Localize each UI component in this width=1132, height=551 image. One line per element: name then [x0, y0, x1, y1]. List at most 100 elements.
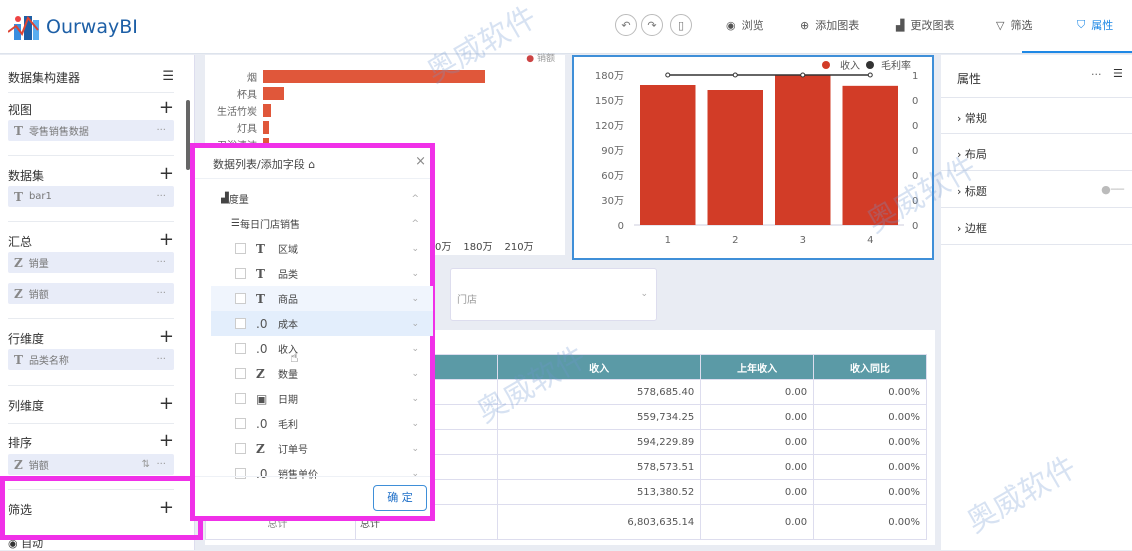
chevron-down-icon[interactable]: ⌄ — [411, 344, 419, 354]
field-item[interactable]: T 品类 ⌄ — [211, 261, 433, 286]
field-checkbox[interactable] — [235, 443, 246, 454]
field-item[interactable]: .0 收入 ⌄ — [211, 336, 433, 361]
field-item[interactable]: .0 毛利 ⌄ — [211, 411, 433, 436]
field-checkbox[interactable] — [235, 418, 246, 429]
field-item[interactable]: ▣ 日期 ⌄ — [211, 386, 433, 411]
more-icon[interactable]: ··· — [156, 191, 166, 202]
column-header[interactable]: 上年收入 — [700, 354, 815, 380]
collapse-icon[interactable]: ☰ — [162, 69, 174, 84]
filter-button[interactable]: ▽ 筛选 — [996, 17, 1032, 33]
mobile-button[interactable]: ▯ — [670, 14, 692, 36]
add-view-button[interactable]: + — [159, 97, 174, 118]
summary-item-label: 销额 — [28, 290, 49, 301]
confirm-button[interactable]: 确 定 — [373, 485, 427, 511]
cell: 578,685.40 — [496, 379, 702, 405]
field-type-icon: T — [256, 266, 265, 281]
more-icon[interactable]: ··· — [156, 125, 166, 136]
chevron-down-icon[interactable]: ⌄ — [411, 294, 419, 304]
chevron-down-icon[interactable]: ⌄ — [411, 444, 419, 454]
field-checkbox[interactable] — [235, 318, 246, 329]
divider — [8, 318, 174, 319]
prop-label: 边框 — [964, 222, 987, 235]
cell: 594,229.89 — [496, 429, 702, 455]
field-checkbox[interactable] — [235, 268, 246, 279]
field-type-icon: .0 — [256, 466, 268, 481]
add-row-dimension-button[interactable]: + — [159, 326, 174, 347]
add-sort-button[interactable]: + — [159, 430, 174, 451]
group-measure[interactable]: ▟ 度量 ^ — [221, 186, 423, 211]
change-chart-button[interactable]: ▟ 更改图表 — [896, 17, 954, 33]
more-icon[interactable]: ··· — [1091, 68, 1102, 81]
prop-layout[interactable]: › 布局 — [941, 134, 1132, 171]
add-summary-button[interactable]: + — [159, 229, 174, 250]
field-type-icon: Z — [256, 441, 265, 456]
add-dataset-button[interactable]: + — [159, 163, 174, 184]
field-label: 订单号 — [278, 445, 308, 456]
more-icon[interactable]: ··· — [156, 354, 166, 365]
bar[interactable] — [263, 87, 285, 100]
view-item[interactable]: T 零售销售数据 ··· — [8, 120, 174, 141]
more-icon[interactable]: ··· — [156, 459, 166, 470]
more-icon[interactable]: ··· — [156, 288, 166, 299]
prop-border[interactable]: › 边框 — [941, 208, 1132, 245]
row-dimension-item[interactable]: T 品类名称 ··· — [8, 349, 174, 370]
shirt-icon: ⛉ — [1077, 18, 1086, 31]
bar[interactable] — [263, 70, 485, 83]
chevron-down-icon[interactable]: ⌄ — [411, 369, 419, 379]
add-chart-button[interactable]: ⊕ 添加图表 — [800, 17, 859, 33]
field-checkbox[interactable] — [235, 468, 246, 479]
legend-dot — [822, 61, 830, 69]
field-item[interactable]: T 商品 ⌄ — [211, 286, 433, 311]
field-item[interactable]: .0 销售单价 ⌄ — [211, 461, 433, 486]
group-label: 度量 — [228, 195, 249, 206]
field-item[interactable]: T 区域 ⌄ — [211, 236, 433, 261]
chevron-down-icon[interactable]: ⌄ — [411, 469, 419, 479]
close-icon[interactable]: × — [415, 154, 426, 169]
app-name: OurwayBI — [46, 16, 138, 38]
properties-tab[interactable]: ⛉ 属性 — [1077, 17, 1113, 33]
field-item[interactable]: Z 数量 ⌄ — [211, 361, 433, 386]
chevron-down-icon[interactable]: ⌄ — [411, 419, 419, 429]
title-toggle[interactable]: ●── — [1101, 183, 1124, 196]
prop-title[interactable]: › 标题 ●── — [941, 171, 1132, 208]
chevron-down-icon[interactable]: ⌄ — [411, 244, 419, 254]
redo-button[interactable]: ↷ — [641, 14, 663, 36]
add-column-dimension-button[interactable]: + — [159, 393, 174, 414]
summary-item[interactable]: Z 销量 ··· — [8, 252, 174, 273]
column-header[interactable]: 收入 — [496, 354, 702, 380]
field-label: 销售单价 — [278, 466, 318, 481]
combo-chart-card[interactable]: 180万 1 150万 0 120万 0 90万 0 60万 0 30万 0 0 0 1 2 3 4 收入 毛利率 — [572, 55, 934, 260]
chevron-down-icon[interactable]: ⌄ — [411, 269, 419, 279]
collapse-icon[interactable]: ☰ — [1113, 67, 1123, 80]
combo-chart: 180万 1 150万 0 120万 0 90万 0 60万 0 30万 0 0 0 1 2 3 4 收入 毛利率 — [595, 59, 918, 246]
margin-point — [800, 72, 806, 78]
more-icon[interactable]: ··· — [156, 257, 166, 268]
plus-circle-icon: ⊕ — [800, 18, 810, 32]
chevron-down-icon[interactable]: ⌄ — [411, 394, 419, 404]
bar-label: 生活竹炭 — [217, 107, 257, 118]
list-icon: ☰ — [231, 218, 240, 229]
bar[interactable] — [263, 121, 269, 134]
store-filter-select[interactable]: 门店 ⌄ — [450, 268, 657, 321]
dataset-item[interactable]: Tbar1 ··· — [8, 186, 174, 207]
field-checkbox[interactable] — [235, 293, 246, 304]
field-checkbox[interactable] — [235, 368, 246, 379]
prop-general[interactable]: › 常规 — [941, 97, 1132, 134]
field-checkbox[interactable] — [235, 243, 246, 254]
x-tick: 4 — [867, 235, 873, 246]
sort-item[interactable]: Z 销额 ⇅ ··· — [8, 454, 174, 475]
sort-order-icon[interactable]: ⇅ — [142, 459, 150, 470]
table-node[interactable]: ☰ 每日门店销售 ^ — [231, 211, 423, 236]
bar[interactable] — [263, 104, 272, 117]
field-checkbox[interactable] — [235, 343, 246, 354]
preview-button[interactable]: ◉ 浏览 — [726, 17, 764, 33]
field-item[interactable]: Z 订单号 ⌄ — [211, 436, 433, 461]
summary-item[interactable]: Z 销额 ··· — [8, 283, 174, 304]
tag-icon: ⌂ — [308, 158, 316, 171]
column-header[interactable]: 收入同比 — [813, 354, 927, 380]
undo-button[interactable]: ↶ — [615, 14, 637, 36]
field-checkbox[interactable] — [235, 393, 246, 404]
chevron-up-icon: ^ — [411, 193, 419, 204]
chevron-down-icon[interactable]: ⌄ — [411, 319, 419, 329]
field-item[interactable]: .0 成本 ⌄ — [211, 311, 433, 336]
